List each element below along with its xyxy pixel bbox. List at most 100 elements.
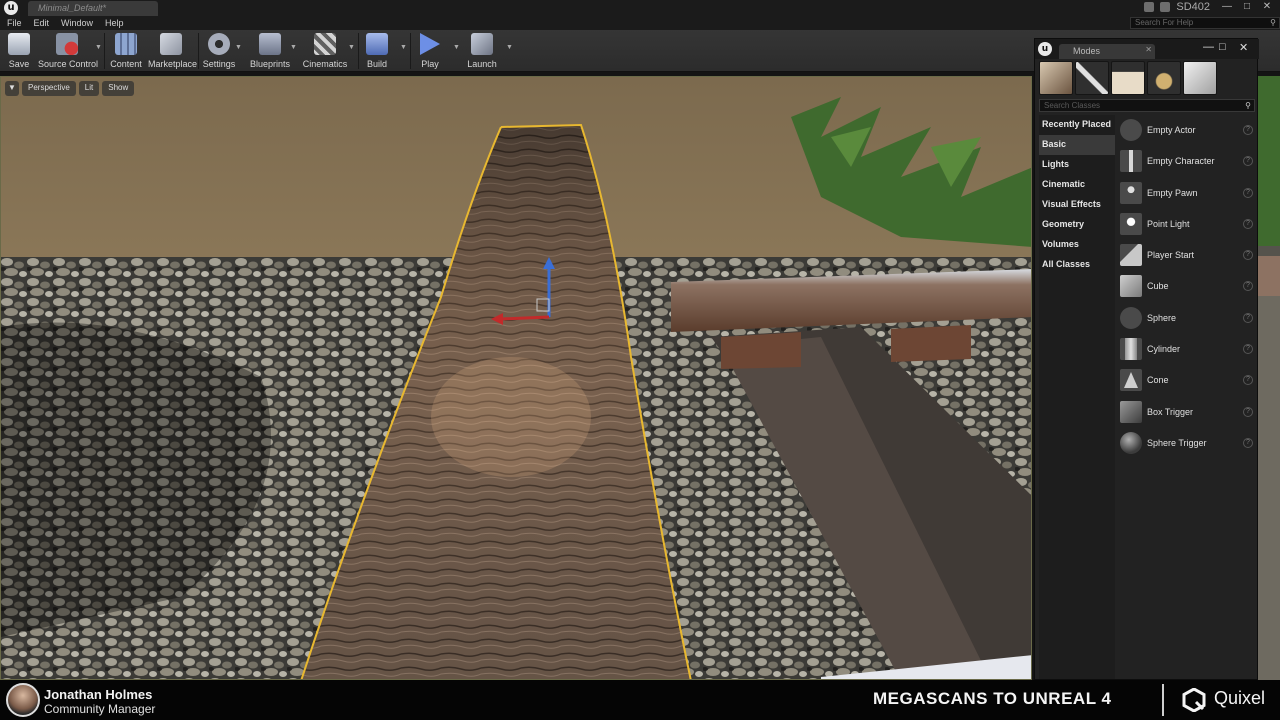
launch-dropdown-icon[interactable]: ▼ [506,44,513,51]
category-basic[interactable]: Basic [1039,135,1115,155]
play-dropdown-icon[interactable]: ▼ [453,44,460,51]
list-item[interactable]: Point Light? [1117,209,1257,240]
landscape-mode-icon[interactable] [1111,61,1145,95]
modes-tab-label: Modes [1073,46,1101,56]
help-icon[interactable]: ? [1243,250,1253,261]
perspective-button[interactable]: Perspective [22,81,76,96]
item-label: Box Trigger [1147,406,1194,417]
item-label: Sphere [1147,312,1177,323]
help-icon[interactable]: ? [1243,406,1253,417]
marketplace-button[interactable]: Marketplace [148,32,197,70]
toolbar-separator [410,33,411,69]
viewport-options-icon[interactable]: ▼ [5,81,19,96]
blueprints-button[interactable]: Blueprints [250,32,290,70]
scene-render[interactable] [1,77,1032,680]
maximize-icon[interactable]: □ [1219,41,1226,53]
menu-file[interactable]: File [7,16,22,30]
help-icon[interactable]: ? [1243,218,1253,229]
search-classes-input[interactable]: Search Classes ⚲ [1039,99,1255,112]
list-item[interactable]: Player Start? [1117,240,1257,271]
list-item[interactable]: Box Trigger? [1117,397,1257,428]
search-help-placeholder: Search For Help [1135,18,1194,27]
help-icon[interactable]: ? [1243,344,1253,355]
avatar [6,683,40,717]
maximize-icon[interactable]: □ [1238,0,1256,14]
notification-icon[interactable] [1144,2,1155,12]
list-item[interactable]: Cube? [1117,271,1257,302]
player-start-icon [1120,244,1142,267]
category-volumes[interactable]: Volumes [1039,235,1115,255]
menu-window[interactable]: Window [61,16,93,30]
list-item[interactable]: Cylinder? [1117,334,1257,365]
item-label: Cube [1147,281,1169,292]
marketplace-icon [160,33,182,55]
brand-name: Quixel [1214,688,1266,708]
toolbar-separator [358,33,359,69]
play-label: Play [421,59,439,69]
settings-dropdown-icon[interactable]: ▼ [235,44,242,51]
geometry-mode-icon[interactable] [1183,61,1217,95]
minimize-icon[interactable]: — [1203,41,1214,53]
list-item[interactable]: Empty Actor? [1117,115,1257,146]
content-button[interactable]: Content [110,32,142,70]
box-trigger-icon [1120,400,1142,423]
cinematics-button[interactable]: Cinematics [302,32,348,70]
category-geometry[interactable]: Geometry [1039,215,1115,235]
foliage-mode-icon[interactable] [1147,61,1181,95]
pawn-icon [1120,181,1142,204]
close-tab-icon[interactable]: ✕ [1145,45,1152,54]
paint-mode-icon[interactable] [1075,61,1109,95]
launch-button[interactable]: Launch [466,32,498,70]
list-item[interactable]: Sphere Trigger? [1117,428,1257,459]
list-item[interactable]: Empty Pawn? [1117,178,1257,209]
build-label: Build [366,59,387,69]
content-icon [115,33,137,55]
play-button[interactable]: Play [416,32,444,70]
help-icon[interactable]: ? [1243,312,1253,323]
help-icon[interactable]: ? [1243,281,1253,292]
list-item[interactable]: Empty Character? [1117,146,1257,177]
lit-button[interactable]: Lit [78,81,100,96]
category-visual-effects[interactable]: Visual Effects [1039,195,1115,215]
settings-label: Settings [202,59,236,69]
list-item[interactable]: Sphere? [1117,303,1257,334]
category-all-classes[interactable]: All Classes [1039,255,1115,275]
cinematics-dropdown-icon[interactable]: ▼ [348,44,355,51]
category-lights[interactable]: Lights [1039,155,1115,175]
close-icon[interactable]: ✕ [1258,0,1276,14]
feedback-icon[interactable] [1160,2,1171,12]
menu-edit[interactable]: Edit [34,16,50,30]
menu-help[interactable]: Help [105,16,124,30]
list-item[interactable]: Cone? [1117,365,1257,396]
source-control-dropdown-icon[interactable]: ▼ [95,44,102,51]
settings-button[interactable]: Settings [202,32,236,70]
window-controls: — □ ✕ [1218,0,1276,14]
place-mode-icon[interactable] [1039,61,1073,95]
help-icon[interactable]: ? [1243,125,1253,135]
help-icon[interactable]: ? [1243,437,1253,448]
show-button[interactable]: Show [102,81,135,96]
build-icon [366,33,388,55]
help-icon[interactable]: ? [1243,156,1253,167]
help-icon[interactable]: ? [1243,187,1253,198]
empty-actor-icon [1120,119,1142,141]
build-dropdown-icon[interactable]: ▼ [400,44,407,51]
level-tab[interactable]: Minimal_Default* [28,1,158,16]
category-recently-placed[interactable]: Recently Placed [1039,115,1115,135]
source-control-button[interactable]: Source Control [38,32,98,70]
minimize-icon[interactable]: — [1218,0,1236,14]
search-classes-placeholder: Search Classes [1044,101,1101,110]
search-help-input[interactable]: Search For Help ⚲ [1130,17,1280,29]
blueprints-dropdown-icon[interactable]: ▼ [290,44,297,51]
build-button[interactable]: Build [364,32,390,70]
modes-tab[interactable]: Modes ✕ [1059,44,1155,59]
level-viewport[interactable]: ▼ Perspective Lit Show [0,76,1032,680]
cone-icon [1120,369,1142,392]
modes-panel: u Modes ✕ — □ ✕ Search Classes ⚲ Recentl… [1034,38,1259,680]
video-title: MEGASCANS TO UNREAL 4 [873,689,1112,708]
save-button[interactable]: Save [4,32,34,70]
play-icon [420,33,440,55]
help-icon[interactable]: ? [1243,375,1253,386]
category-cinematic[interactable]: Cinematic [1039,175,1115,195]
close-icon[interactable]: ✕ [1239,41,1248,54]
